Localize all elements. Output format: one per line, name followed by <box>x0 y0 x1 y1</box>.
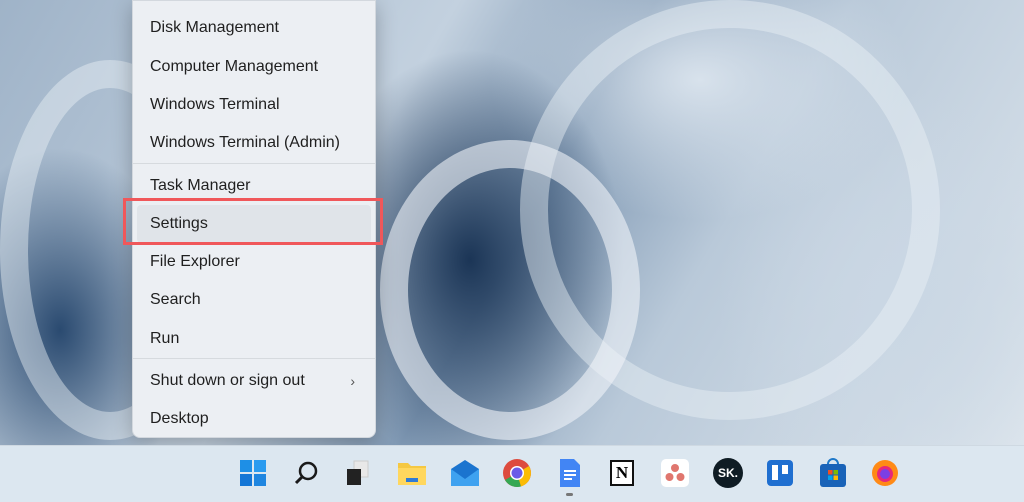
taskbar: N SK. <box>0 445 1024 502</box>
menu-item-label: Desktop <box>150 410 209 427</box>
menu-item-disk-management[interactable]: Disk Management <box>133 9 375 47</box>
google-docs-icon[interactable] <box>555 458 585 488</box>
search-icon[interactable] <box>291 458 321 488</box>
notion-icon[interactable]: N <box>607 458 637 488</box>
menu-item-run[interactable]: Run <box>133 320 375 358</box>
menu-item-label: Run <box>150 330 180 347</box>
chrome-icon[interactable] <box>502 458 532 488</box>
notion-logo: N <box>610 460 634 486</box>
chevron-right-icon: › <box>350 373 355 389</box>
menu-item-label: Computer Management <box>150 58 319 75</box>
menu-item-desktop[interactable]: Desktop <box>133 400 375 438</box>
menu-item-label: Windows Terminal (Admin) <box>150 134 340 151</box>
menu-item-file-explorer[interactable]: File Explorer <box>133 243 375 281</box>
asana-icon[interactable] <box>660 458 690 488</box>
file-explorer-icon[interactable] <box>397 458 427 488</box>
menu-item-computer-management[interactable]: Computer Management <box>133 48 375 86</box>
menu-item-label: Disk Management <box>150 19 279 36</box>
mail-icon[interactable] <box>450 458 480 488</box>
menu-item-windows-terminal[interactable]: Windows Terminal <box>133 86 375 124</box>
firefox-icon[interactable] <box>870 458 900 488</box>
menu-item-label: Windows Terminal <box>150 96 280 113</box>
settings-highlight-box <box>123 198 383 245</box>
menu-item-label: File Explorer <box>150 253 240 270</box>
start-icon[interactable] <box>238 458 268 488</box>
trello-icon[interactable] <box>765 458 795 488</box>
microsoft-store-icon[interactable] <box>818 458 848 488</box>
menu-item-label: Search <box>150 291 201 308</box>
menu-separator <box>133 163 375 164</box>
menu-item-windows-terminal-admin[interactable]: Windows Terminal (Admin) <box>133 124 375 162</box>
sk-icon[interactable]: SK. <box>713 458 743 488</box>
menu-item-search[interactable]: Search <box>133 281 375 319</box>
menu-item-shut-down[interactable]: Shut down or sign out › <box>133 362 375 400</box>
menu-item-label: Shut down or sign out <box>150 372 305 389</box>
task-view-icon[interactable] <box>343 458 373 488</box>
running-indicator <box>566 493 573 496</box>
menu-item-label: Task Manager <box>150 177 251 194</box>
sk-logo: SK. <box>713 458 743 488</box>
wallpaper-swirl <box>380 140 640 440</box>
menu-separator <box>133 358 375 359</box>
